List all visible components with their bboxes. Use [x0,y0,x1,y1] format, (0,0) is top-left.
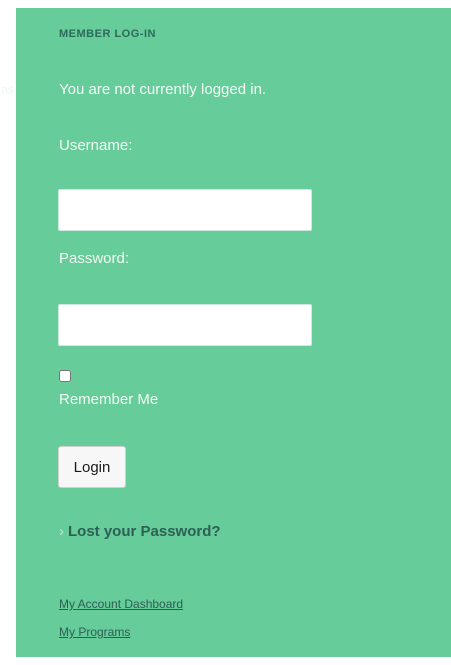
page: as MEMBER LOG-IN You are not currently l… [0,0,451,665]
username-input[interactable] [58,189,312,231]
password-input[interactable] [58,304,312,346]
login-button[interactable]: Login [58,446,126,488]
password-label: Password: [59,250,130,267]
lost-password-link[interactable]: Lost your Password? [68,523,221,540]
member-login-widget: MEMBER LOG-IN You are not currently logg… [16,8,451,657]
lost-password-row: › Lost your Password? [59,523,221,540]
my-programs-link[interactable]: My Programs [59,625,130,639]
truncated-sidebar-text: as [1,82,14,96]
account-dashboard-link[interactable]: My Account Dashboard [59,597,183,611]
widget-heading: MEMBER LOG-IN [59,28,156,40]
remember-me-checkbox[interactable] [59,370,71,382]
bullet-icon: › [59,523,64,540]
username-label: Username: [59,137,133,154]
remember-me-label: Remember Me [59,391,159,408]
login-status-text: You are not currently logged in. [59,81,267,98]
